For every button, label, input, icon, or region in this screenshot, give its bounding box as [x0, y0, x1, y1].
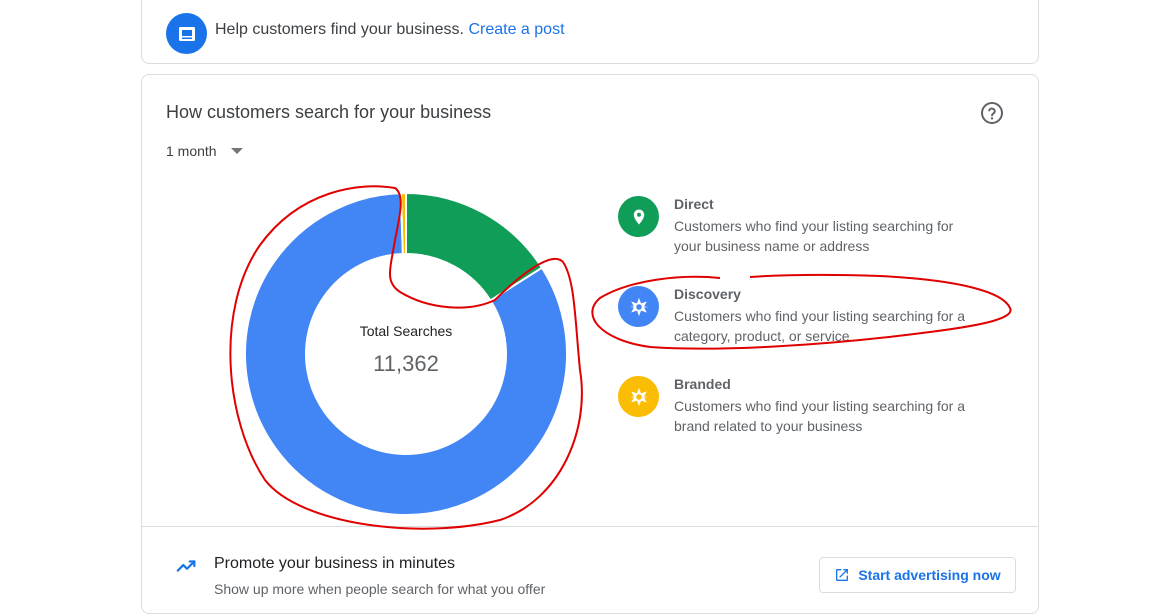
legend-description: Customers who find your listing searchin…	[674, 218, 954, 254]
total-searches-value: 11,362	[373, 351, 439, 376]
section-divider	[142, 526, 1038, 527]
legend-label: Direct	[674, 196, 714, 212]
help-circle-icon[interactable]	[980, 101, 1004, 125]
post-icon	[166, 13, 207, 54]
start-advertising-label: Start advertising now	[858, 567, 1001, 583]
promo-title: Promote your business in minutes	[214, 555, 455, 572]
legend-description: Customers who find your listing searchin…	[674, 308, 966, 344]
open-external-icon	[836, 569, 849, 581]
start-advertising-button[interactable]: Start advertising now	[819, 557, 1016, 593]
create-post-link[interactable]: Create a post	[468, 21, 564, 38]
chevron-down-icon	[230, 148, 243, 154]
legend-label: Branded	[674, 376, 731, 392]
compass-icon	[618, 376, 659, 417]
donut-slice-branded	[399, 193, 407, 256]
period-dropdown[interactable]: 1 month	[166, 143, 243, 159]
period-value: 1 month	[166, 143, 217, 159]
legend-description: Customers who find your listing searchin…	[674, 398, 966, 434]
search-insights-card: How customers search for your business 1…	[141, 74, 1039, 614]
create-post-card: Help customers find your business. Creat…	[141, 0, 1039, 64]
trending-up-icon	[176, 555, 198, 582]
post-prompt-text: Help customers find your business.	[215, 21, 464, 38]
post-prompt: Help customers find your business. Creat…	[215, 21, 565, 39]
total-searches-label: Total Searches	[359, 323, 453, 339]
legend-label: Discovery	[674, 286, 741, 302]
promo-subtitle: Show up more when people search for what…	[214, 581, 546, 597]
card-title: How customers search for your business	[166, 102, 492, 122]
compass-icon	[618, 286, 659, 327]
location-pin-icon	[618, 196, 659, 237]
